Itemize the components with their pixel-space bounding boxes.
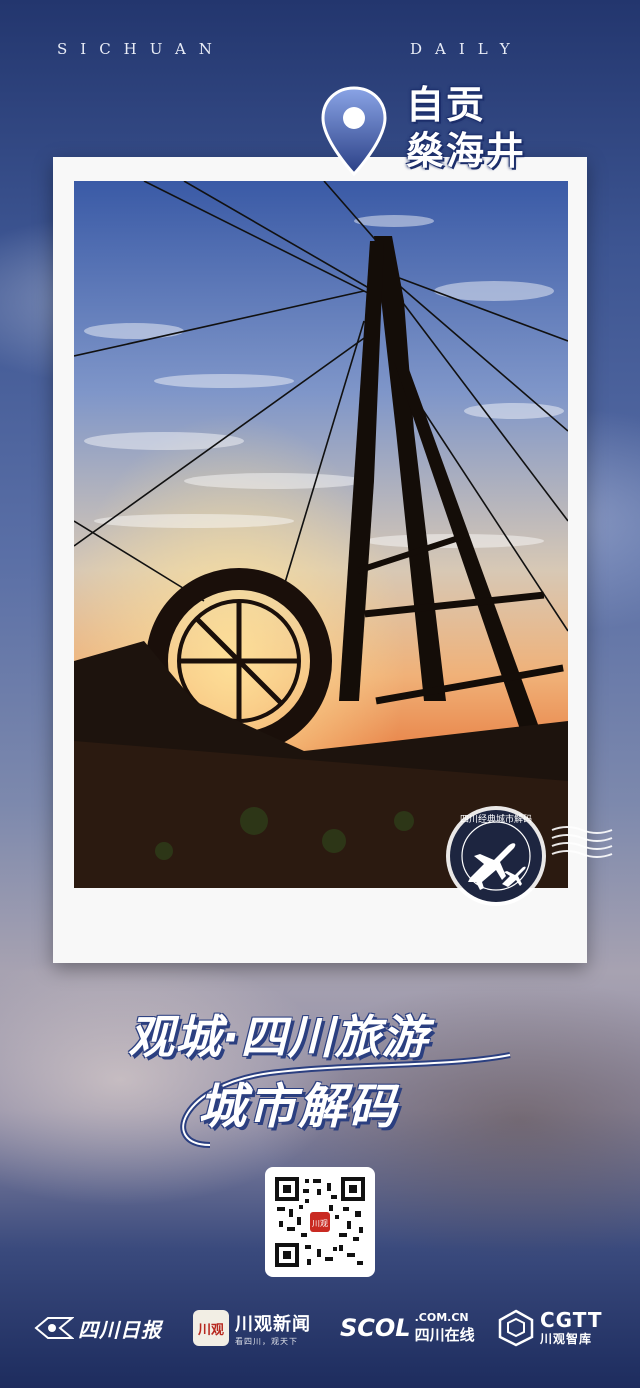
cgtt-mark: CGTT (540, 1307, 603, 1332)
location-label: 自贡 燊海井 (406, 82, 526, 174)
logo2-sub: 看四川，观天下 (235, 1336, 298, 1346)
logo1-text: 四川日报 (78, 1317, 162, 1342)
scol-domain: .COM.CN (414, 1311, 469, 1324)
logo-scol[interactable]: SCOL .COM.CN 四川在线 (340, 1308, 475, 1348)
logo-sichuan-daily[interactable]: 四川日报 (34, 1308, 162, 1348)
scol-mark: SCOL (340, 1314, 411, 1342)
site-name: 燊海井 (406, 129, 527, 173)
brand-line2: 城市解码 (198, 1079, 399, 1135)
qr-code[interactable]: 川观 (265, 1167, 375, 1277)
postmark-stamp: 四川经典城市解码 (446, 806, 613, 906)
logo2-text: 川观新闻 (235, 1313, 311, 1335)
cgtt-cube-icon (498, 1309, 534, 1347)
masthead-right: DAILY (410, 40, 523, 58)
scol-text: 四川在线 (414, 1326, 475, 1344)
qr-center-label: 川观 (312, 1219, 328, 1228)
masthead: SICHUAN DAILY (0, 40, 640, 60)
logo-chuanguan-news[interactable]: 川观 川观新闻 看四川，观天下 (193, 1308, 311, 1348)
location-pin-icon (321, 86, 387, 177)
cgtt-text: 川观智库 (540, 1331, 593, 1346)
sichuan-daily-emblem-icon (34, 1317, 74, 1339)
logo-cgtt[interactable]: CGTT 川观智库 (498, 1308, 603, 1348)
footer-logos: 四川日报 川观 川观新闻 看四川，观天下 SCOL .COM.CN 四川在线 C… (0, 1300, 640, 1360)
stamp-ring-text: 四川经典城市解码 (460, 813, 532, 825)
masthead-left: SICHUAN (57, 40, 225, 58)
photo-derrick-sunset (74, 181, 568, 888)
chuanguan-badge: 川观 (193, 1310, 229, 1346)
brand-title: 观城·四川旅游 城市解码 (120, 995, 520, 1155)
brand-line1: 观城·四川旅游 (128, 1010, 429, 1064)
city-name: 自贡 (406, 83, 487, 127)
